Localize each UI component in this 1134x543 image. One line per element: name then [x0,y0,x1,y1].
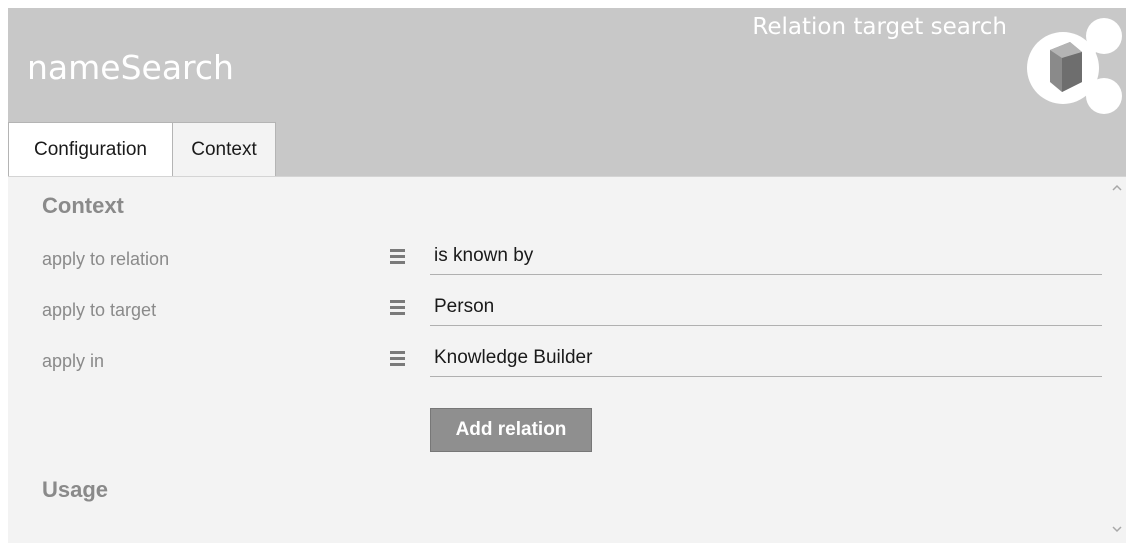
context-row-target: apply to target Person [42,290,1104,334]
context-row-relation: apply to relation is known by [42,239,1104,283]
object-type-label: Relation target search [752,14,1007,40]
context-panel: Context apply to relation is known by ap… [8,176,1126,543]
section-heading-context: Context [42,193,124,218]
apply-in-value-field[interactable]: Knowledge Builder [430,341,1102,377]
hamburger-menu-icon[interactable] [390,300,408,320]
row-label: apply to relation [42,249,170,269]
hamburger-menu-icon[interactable] [390,351,408,371]
header-bar: nameSearch Relation target search [8,8,1126,122]
relation-network-icon [1027,18,1122,114]
chevron-down-icon[interactable] [1110,522,1124,536]
chevron-up-icon[interactable] [1110,181,1124,195]
add-relation-button[interactable]: Add relation [430,408,592,452]
relation-value-field[interactable]: is known by [430,239,1102,275]
page-title: nameSearch [27,48,234,87]
editor-window: nameSearch Relation target search Config… [0,0,1134,543]
tab-configuration[interactable]: Configuration [8,122,173,176]
hamburger-menu-icon[interactable] [390,249,408,269]
tab-context[interactable]: Context [172,122,276,176]
vertical-scrollbar[interactable] [1108,177,1126,543]
row-label: apply to target [42,300,157,320]
tab-bar: Configuration Context [8,122,1126,176]
target-value-field[interactable]: Person [430,290,1102,326]
section-heading-usage: Usage [42,477,109,502]
context-row-apply-in: apply in Knowledge Builder [42,341,1104,385]
row-label: apply in [42,351,105,371]
